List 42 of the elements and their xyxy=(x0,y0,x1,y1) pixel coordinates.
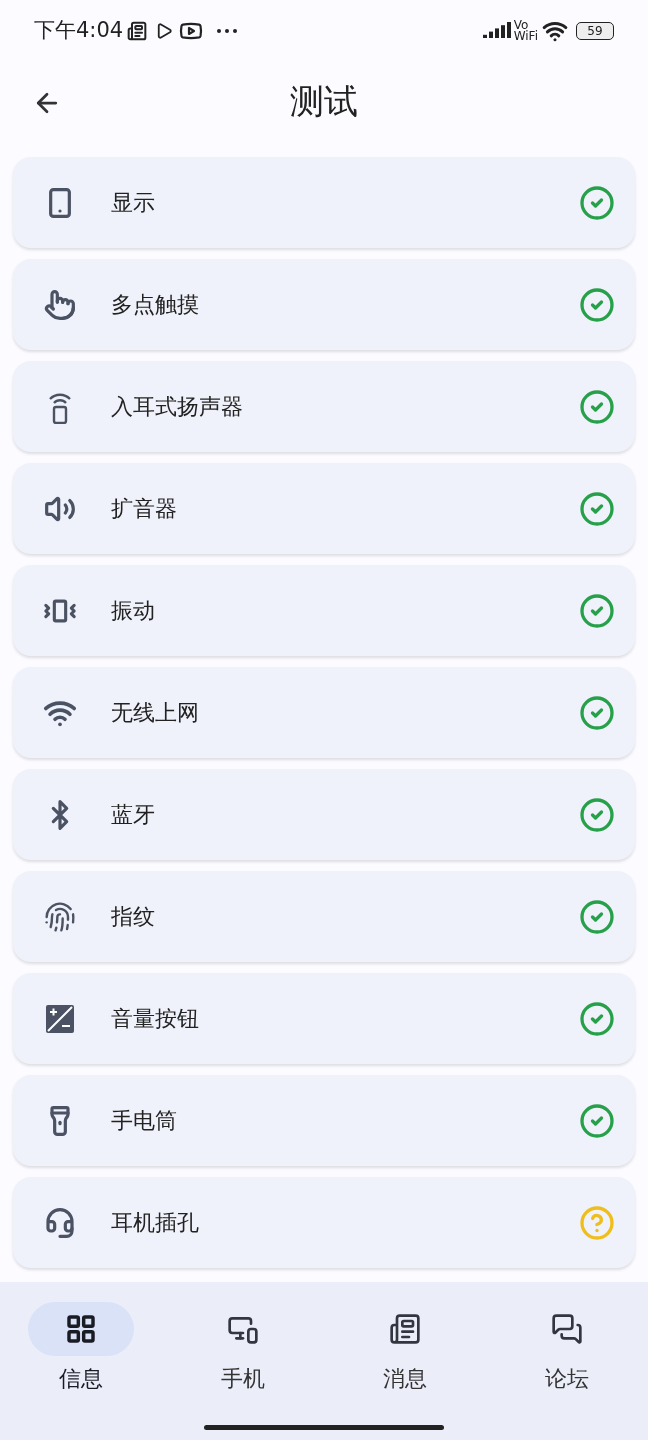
test-card[interactable]: 蓝牙 xyxy=(13,769,635,860)
more-icon xyxy=(217,29,238,33)
test-card[interactable]: 多点触摸 xyxy=(13,259,635,350)
fingerprint-icon xyxy=(44,900,76,933)
newspaper-icon xyxy=(389,1313,421,1345)
test-label: 多点触摸 xyxy=(111,291,200,319)
test-label: 振动 xyxy=(111,597,156,625)
test-card[interactable]: 指纹 xyxy=(13,871,635,962)
chat-icon xyxy=(551,1313,583,1345)
test-card[interactable]: 手电筒 xyxy=(13,1075,635,1166)
page-title: 测试 xyxy=(290,79,358,123)
test-label: 音量按钮 xyxy=(111,1005,200,1033)
touch-hand-icon xyxy=(44,288,76,321)
test-label: 蓝牙 xyxy=(111,801,156,829)
nav-tab[interactable]: 消息 xyxy=(324,1302,486,1395)
nav-tab[interactable]: 手机 xyxy=(162,1302,324,1395)
test-card[interactable]: 振动 xyxy=(13,565,635,656)
play-icon xyxy=(155,22,174,40)
wifi-label: WiFi xyxy=(513,31,538,42)
test-card[interactable]: 入耳式扬声器 xyxy=(13,361,635,452)
signal-icon xyxy=(482,22,511,40)
headset-icon xyxy=(44,1206,76,1239)
test-label: 指纹 xyxy=(111,903,156,931)
test-label: 入耳式扬声器 xyxy=(111,393,244,421)
test-card[interactable]: 扩音器 xyxy=(13,463,635,554)
test-card[interactable]: 显示 xyxy=(13,157,635,248)
test-card[interactable]: 无线上网 xyxy=(13,667,635,758)
nav-tab[interactable]: 信息 xyxy=(0,1302,162,1395)
news-icon xyxy=(127,21,148,41)
volte-label: Vo xyxy=(513,20,529,31)
test-label: 耳机插孔 xyxy=(111,1209,200,1237)
test-card[interactable]: 音量按钮 xyxy=(13,973,635,1064)
test-label: 无线上网 xyxy=(111,699,200,727)
plus-minus-icon xyxy=(45,1003,75,1034)
test-label: 显示 xyxy=(111,189,156,217)
status-time: 下午4:04 xyxy=(34,17,124,45)
test-label: 扩音器 xyxy=(111,495,178,523)
nav-tab[interactable]: 论坛 xyxy=(486,1302,648,1395)
test-card[interactable]: 耳机插孔 xyxy=(13,1177,635,1268)
dashboard-icon xyxy=(65,1313,97,1345)
battery-indicator: 59 xyxy=(576,22,614,40)
test-label: 手电筒 xyxy=(111,1107,178,1135)
